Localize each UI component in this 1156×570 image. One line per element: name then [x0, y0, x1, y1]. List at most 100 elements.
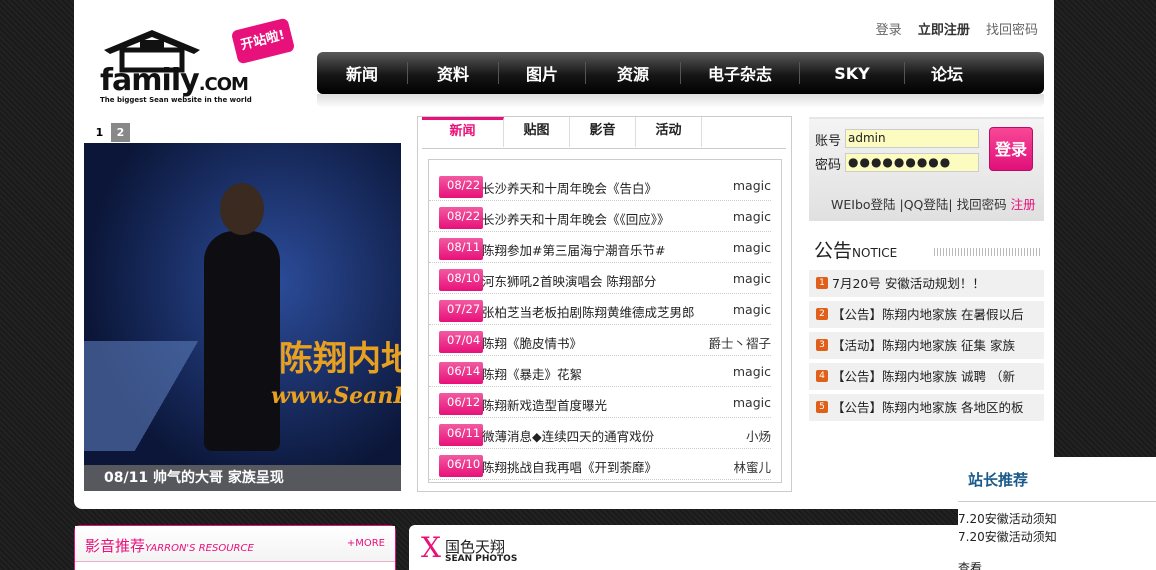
notice-text[interactable]: 7月20号 安徽活动规划！！ — [832, 270, 985, 297]
nav-resources[interactable]: 资源 — [586, 61, 680, 85]
social-login-links[interactable]: WEIbo登陆 |QQ登陆| 找回密码 — [831, 197, 1007, 212]
news-author[interactable]: 爵士丶褶子 — [708, 333, 771, 352]
password-label: 密码 — [815, 158, 842, 173]
notice-number-icon: 2 — [816, 308, 828, 320]
recommend-item[interactable]: 查看 — [958, 559, 982, 570]
news-date: 06/14 — [439, 362, 483, 384]
news-row[interactable]: 07/04 陈翔《脆皮情书》 爵士丶褶子 — [429, 325, 771, 356]
nav-pictures[interactable]: 图片 — [499, 61, 585, 85]
news-list: 08/22 长沙养天和十周年晚会《告白》 magic 08/22 长沙养天和十周年晚会《… — [428, 159, 782, 483]
news-author[interactable]: magic — [733, 395, 771, 410]
news-author[interactable]: 林蜜儿 — [733, 457, 771, 476]
account-label: 账号 — [815, 134, 842, 149]
news-title[interactable]: 河东狮吼2首映演唱会 陈翔部分 — [482, 271, 656, 290]
tab-events[interactable]: 活动 — [636, 117, 702, 147]
recommend-item[interactable]: 7.20安徽活动须知 — [958, 510, 1057, 527]
news-author[interactable]: magic — [733, 209, 771, 224]
password-field[interactable]: ●●●●●●●●● — [845, 153, 979, 172]
notice-text[interactable]: 【公告】陈翔内地家族 各地区的板 — [832, 394, 1023, 421]
notice-text[interactable]: 【公告】陈翔内地家族 诚聘 （新 — [832, 363, 1015, 390]
news-row[interactable]: 06/11 微薄消息◆连续四天的通宵戏份 小炀 — [429, 418, 771, 449]
notice-title-en: NOTICE — [852, 246, 898, 260]
slide-tab-1[interactable]: 1 — [90, 123, 109, 142]
news-title[interactable]: 长沙养天和十周年晚会《《回应》》 — [482, 209, 670, 228]
notice-text[interactable]: 【活动】陈翔内地家族 征集 家族 — [832, 332, 1015, 359]
logo-brand: family.COM — [100, 63, 249, 98]
notice-header: 公告NOTICE — [814, 236, 1044, 262]
news-title[interactable]: 陈翔《暴走》花絮 — [482, 364, 582, 383]
news-author[interactable]: magic — [733, 364, 771, 379]
recover-password-link[interactable]: 找回密码 — [986, 23, 1038, 38]
tab-news[interactable]: 新闻 — [422, 117, 504, 147]
news-author[interactable]: magic — [733, 178, 771, 193]
news-row[interactable]: 06/10 陈翔挑战自我再唱《开到荼靡》 林蜜儿 — [429, 449, 771, 480]
news-row[interactable]: 08/11 陈翔参加#第三届海宁潮音乐节# magic — [429, 232, 771, 263]
notice-item[interactable]: 5 【公告】陈翔内地家族 各地区的板 — [809, 394, 1044, 421]
news-date: 07/27 — [439, 300, 483, 322]
notice-number-icon: 5 — [816, 401, 828, 413]
news-tabs: 新闻 贴图 影音 活动 — [422, 117, 786, 149]
nav-forum[interactable]: 论坛 — [905, 61, 989, 85]
photos-box: X 国色天翔 SEAN PHOTOS — [409, 525, 969, 570]
news-title[interactable]: 张柏芝当老板拍剧陈翔黄维德成芝男郎 — [482, 302, 695, 321]
login-link[interactable]: 登录 — [876, 23, 902, 38]
logo-tagline: The biggest Sean website in the world — [100, 96, 252, 104]
slide-tab-2[interactable]: 2 — [111, 123, 130, 142]
photos-x-mark: X — [421, 531, 441, 564]
site-logo[interactable]: family.COM The biggest Sean website in t… — [100, 17, 296, 106]
register-link-small[interactable]: 注册 — [1011, 197, 1036, 212]
news-date: 06/12 — [439, 393, 483, 415]
news-title[interactable]: 长沙养天和十周年晚会《告白》 — [482, 178, 657, 197]
news-row[interactable]: 07/27 张柏芝当老板拍剧陈翔黄维德成芝男郎 magic — [429, 294, 771, 325]
admin-recommend-box: 站长推荐 7.20安徽活动须知 7.20安徽活动须知 查看 — [958, 457, 1156, 570]
news-date: 08/22 — [439, 207, 483, 229]
notice-number-icon: 4 — [816, 370, 828, 382]
watermark-en: www.SeanF — [270, 383, 401, 409]
notice-item[interactable]: 1 7月20号 安徽活动规划！！ — [809, 270, 1044, 297]
av-more-link[interactable]: +MORE — [347, 538, 385, 549]
notice-item[interactable]: 3 【活动】陈翔内地家族 征集 家族 — [809, 332, 1044, 359]
news-row[interactable]: 08/22 长沙养天和十周年晚会《《回应》》 magic — [429, 201, 771, 232]
news-row[interactable]: 06/14 陈翔《暴走》花絮 magic — [429, 356, 771, 387]
account-field[interactable]: admin — [845, 129, 979, 148]
news-row[interactable]: 08/10 河东狮吼2首映演唱会 陈翔部分 magic — [429, 263, 771, 294]
news-author[interactable]: magic — [733, 240, 771, 255]
tab-media[interactable]: 影音 — [570, 117, 636, 147]
login-button[interactable]: 登录 — [989, 127, 1033, 171]
news-author[interactable]: magic — [733, 271, 771, 286]
nav-profile[interactable]: 资料 — [408, 61, 498, 85]
tab-posts[interactable]: 贴图 — [504, 117, 570, 147]
news-title[interactable]: 陈翔新戏造型首度曝光 — [482, 395, 607, 414]
news-panel: 新闻 贴图 影音 活动 08/22 长沙养天和十周年晚会《告白》 magic 08/2… — [417, 116, 792, 492]
notice-text[interactable]: 【公告】陈翔内地家族 在暑假以后 — [832, 301, 1023, 328]
news-author[interactable]: magic — [733, 302, 771, 317]
nav-emagazine[interactable]: 电子杂志 — [681, 61, 799, 85]
slide-caption[interactable]: 08/11 帅气的大哥 家族呈现 — [84, 465, 401, 491]
main-container: family.COM The biggest Sean website in t… — [74, 0, 1054, 509]
recommend-divider — [958, 501, 1156, 502]
news-author[interactable]: 小炀 — [746, 426, 771, 445]
news-date: 07/04 — [439, 331, 483, 353]
news-title[interactable]: 微薄消息◆连续四天的通宵戏份 — [482, 426, 654, 445]
recommend-item[interactable]: 7.20安徽活动须知 — [958, 528, 1057, 545]
nav-news[interactable]: 新闻 — [317, 61, 407, 85]
news-date: 08/22 — [439, 176, 483, 198]
notice-item[interactable]: 2 【公告】陈翔内地家族 在暑假以后 — [809, 301, 1044, 328]
top-links: 登录 立即注册 找回密码 — [864, 19, 1038, 38]
av-recommend-box: 影音推荐YARRON'S RESOURCE +MORE — [74, 525, 396, 570]
news-title[interactable]: 陈翔《脆皮情书》 — [482, 333, 582, 352]
notice-item[interactable]: 4 【公告】陈翔内地家族 诚聘 （新 — [809, 363, 1044, 390]
login-links: WEIbo登陆 |QQ登陆| 找回密码 注册 — [831, 194, 1036, 213]
news-title[interactable]: 陈翔参加#第三届海宁潮音乐节# — [482, 240, 665, 259]
notice-number-icon: 3 — [816, 339, 828, 351]
news-date: 08/10 — [439, 269, 483, 291]
photos-title-en: SEAN PHOTOS — [445, 554, 518, 564]
register-link[interactable]: 立即注册 — [918, 23, 970, 38]
news-title[interactable]: 陈翔挑战自我再唱《开到荼靡》 — [482, 457, 657, 476]
news-row[interactable]: 08/22 长沙养天和十周年晚会《告白》 magic — [429, 170, 771, 201]
slideshow-image[interactable]: 陈翔内地 www.SeanF 08/11 帅气的大哥 家族呈现 — [84, 143, 401, 491]
av-title: 影音推荐YARRON'S RESOURCE — [85, 537, 254, 555]
news-row[interactable]: 06/12 陈翔新戏造型首度曝光 magic — [429, 387, 771, 418]
watermark-cn: 陈翔内地 — [279, 339, 401, 379]
nav-sky[interactable]: SKY — [800, 64, 904, 83]
